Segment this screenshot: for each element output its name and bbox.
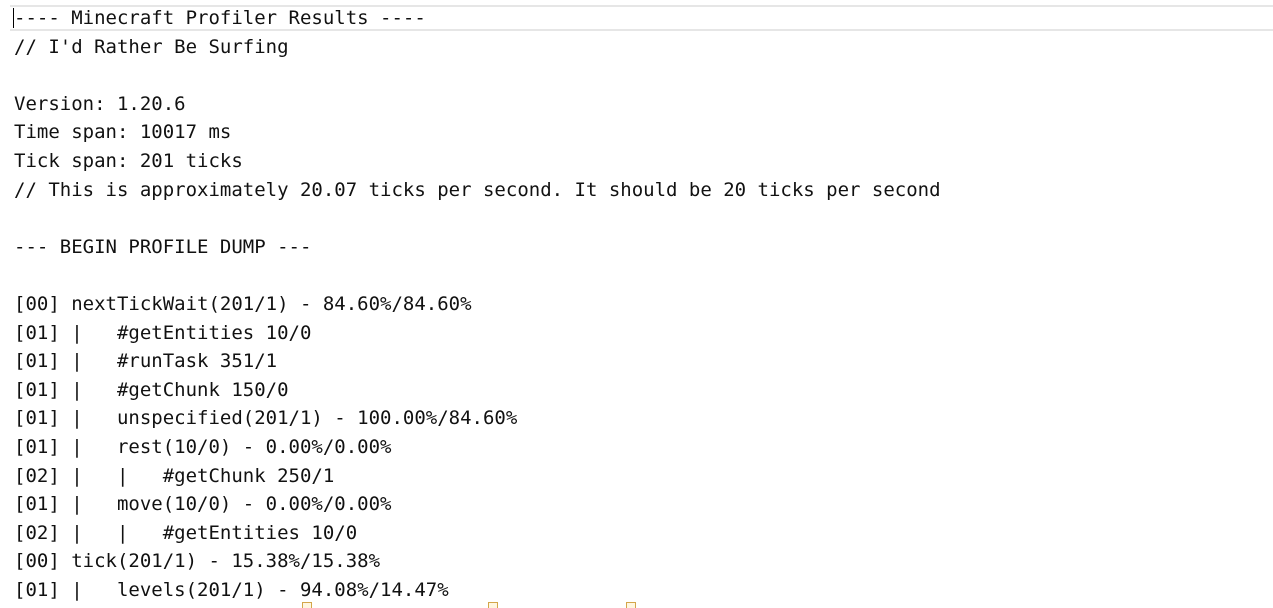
text-editor[interactable]: ---- Minecraft Profiler Results ----// I…	[0, 0, 1273, 608]
text-line[interactable]: [02] | | #getEntities 10/0	[14, 519, 941, 548]
text-line[interactable]: [01] | #runTask 351/1	[14, 347, 941, 376]
text-line[interactable]: Tick span: 201 ticks	[14, 147, 941, 176]
whitespace-marker-icon	[302, 602, 312, 608]
text-line[interactable]: [00] tick(201/1) - 15.38%/15.38%	[14, 547, 941, 576]
text-line[interactable]: ---- Minecraft Profiler Results ----	[14, 4, 941, 33]
text-line[interactable]: [01] | #getEntities 10/0	[14, 319, 941, 348]
text-line[interactable]	[14, 204, 941, 233]
code-content[interactable]: ---- Minecraft Profiler Results ----// I…	[14, 4, 941, 608]
text-line[interactable]	[14, 61, 941, 90]
text-line[interactable]: Version: 1.20.6	[14, 90, 941, 119]
text-line[interactable]: [01] | #getChunk 150/0	[14, 376, 941, 405]
text-line[interactable]: [02] | | #getChunk 250/1	[14, 462, 941, 491]
text-line[interactable]: Time span: 10017 ms	[14, 118, 941, 147]
text-line[interactable]: // This is approximately 20.07 ticks per…	[14, 176, 941, 205]
text-line[interactable]	[14, 261, 941, 290]
text-line[interactable]: --- BEGIN PROFILE DUMP ---	[14, 233, 941, 262]
text-line[interactable]: [01] | unspecified(201/1) - 100.00%/84.6…	[14, 404, 941, 433]
text-line[interactable]: [00] nextTickWait(201/1) - 84.60%/84.60%	[14, 290, 941, 319]
whitespace-marker-icon	[488, 602, 498, 608]
text-line[interactable]: [01] | rest(10/0) - 0.00%/0.00%	[14, 433, 941, 462]
text-line[interactable]: // I'd Rather Be Surfing	[14, 33, 941, 62]
text-line[interactable]: [01] | levels(201/1) - 94.08%/14.47%	[14, 576, 941, 605]
text-line[interactable]: [01] | move(10/0) - 0.00%/0.00%	[14, 490, 941, 519]
whitespace-marker-icon	[626, 602, 636, 608]
text-line[interactable]: [02] | | ServerLevel[world] minecraft:ov…	[14, 604, 941, 608]
